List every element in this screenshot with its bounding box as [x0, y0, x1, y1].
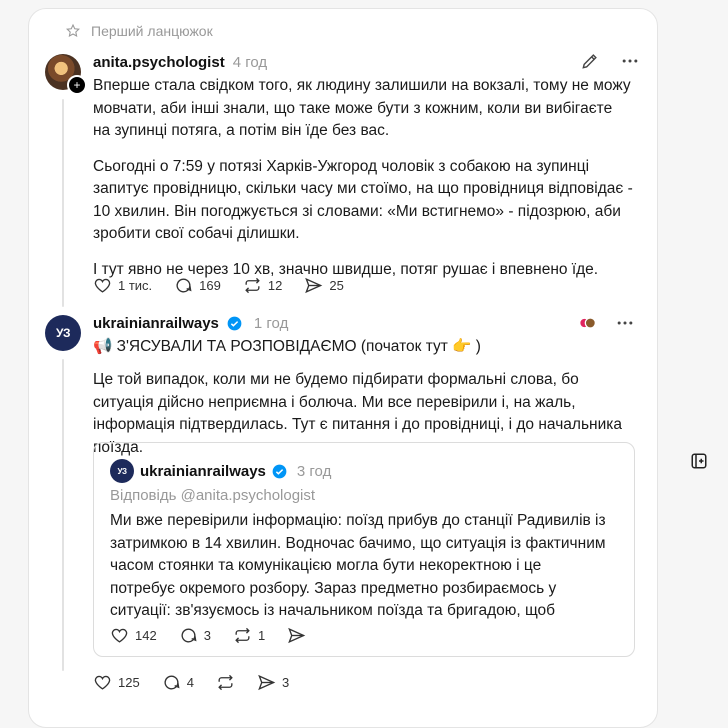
like-count: 1 тис. [118, 278, 153, 293]
heart-icon [94, 675, 111, 690]
quote-body: Ми вже перевірили інформацію: поїзд приб… [110, 512, 606, 619]
thread-header: Перший ланцюжок [65, 21, 213, 41]
verified-icon [227, 316, 242, 330]
more-icon[interactable] [620, 51, 640, 71]
repost-button[interactable]: 1 [233, 626, 265, 645]
repost-icon [218, 674, 233, 691]
share-button[interactable] [287, 626, 306, 645]
repost-count: 12 [267, 278, 283, 293]
verified-icon [272, 464, 287, 478]
heart-icon [111, 628, 128, 643]
send-icon [305, 277, 323, 294]
heart-icon [94, 278, 111, 293]
share-button[interactable]: 3 [257, 673, 289, 692]
repost-button[interactable] [216, 673, 235, 692]
avatar[interactable]: УЗ [110, 459, 134, 483]
comment-button[interactable]: 3 [179, 626, 211, 645]
post-header: ukrainianrailways 1 год [93, 312, 288, 334]
timestamp[interactable]: 4 год [233, 54, 267, 71]
comment-count: 4 [186, 675, 194, 690]
avatar[interactable]: УЗ [45, 315, 81, 351]
edit-icon[interactable] [580, 51, 600, 71]
comment-button[interactable]: 169 [174, 276, 221, 295]
avatar-logo-text: УЗ [117, 466, 128, 476]
username[interactable]: anita.psychologist [93, 54, 225, 71]
comment-icon [164, 675, 180, 690]
comment-icon [181, 628, 197, 643]
add-column-icon[interactable] [690, 452, 708, 470]
post-paragraph: Сьогодні о 7:59 у потязі Харків-Ужгород … [93, 157, 633, 243]
avatar-logo-text: УЗ [56, 326, 70, 340]
post-paragraph: Вперше стала свідком того, як людину зал… [93, 77, 631, 139]
thread-connector [62, 99, 64, 307]
username[interactable]: ukrainianrailways [93, 315, 219, 332]
repost-icon [245, 277, 260, 294]
share-count: 25 [329, 278, 344, 293]
post-actions: 125 4 3 [93, 673, 311, 692]
post-header: anita.psychologist 4 год [93, 51, 267, 73]
post-body: Вперше стала свідком того, як людину зал… [93, 75, 633, 294]
comment-icon [176, 278, 192, 293]
like-button[interactable]: 142 [110, 626, 157, 645]
star-icon[interactable] [65, 23, 81, 39]
username[interactable]: ukrainianrailways [140, 463, 266, 480]
comment-count: 169 [199, 278, 221, 293]
quote-header: ukrainianrailways 3 год [140, 460, 331, 482]
thread-card: Перший ланцюжок + anita.psychologist 4 г… [28, 8, 658, 728]
repost-count: 1 [257, 628, 266, 643]
thread-title: Перший ланцюжок [91, 23, 213, 39]
post-top-actions [580, 51, 640, 71]
send-icon [288, 627, 306, 644]
like-count: 142 [135, 628, 157, 643]
send-icon [258, 674, 276, 691]
post-top-actions [577, 313, 635, 333]
thread-connector [62, 359, 64, 671]
like-button[interactable]: 125 [93, 673, 140, 692]
follow-plus-icon[interactable]: + [67, 75, 87, 95]
quoted-post[interactable]: УЗ ukrainianrailways 3 год Відповідь @an… [93, 442, 635, 657]
more-icon[interactable] [615, 313, 635, 333]
like-count: 125 [118, 675, 140, 690]
like-button[interactable]: 1 тис. [93, 276, 152, 295]
liked-by-avatars-icon[interactable] [577, 313, 597, 333]
timestamp[interactable]: 1 год [254, 315, 288, 332]
comment-count: 3 [203, 628, 211, 643]
repost-button[interactable]: 12 [243, 276, 282, 295]
share-button[interactable]: 25 [304, 276, 344, 295]
quote-actions: 142 3 1 [110, 626, 328, 645]
post-headline: 📢 З'ЯСУВАЛИ ТА РОЗПОВІДАЄМО (початок тут… [93, 338, 481, 355]
share-count: 3 [281, 675, 290, 690]
post-actions: 1 тис. 169 12 25 [93, 276, 366, 295]
timestamp[interactable]: 3 год [297, 463, 331, 480]
reply-to-label[interactable]: Відповідь @anita.psychologist [110, 485, 315, 508]
repost-icon [235, 627, 250, 644]
comment-button[interactable]: 4 [162, 673, 194, 692]
